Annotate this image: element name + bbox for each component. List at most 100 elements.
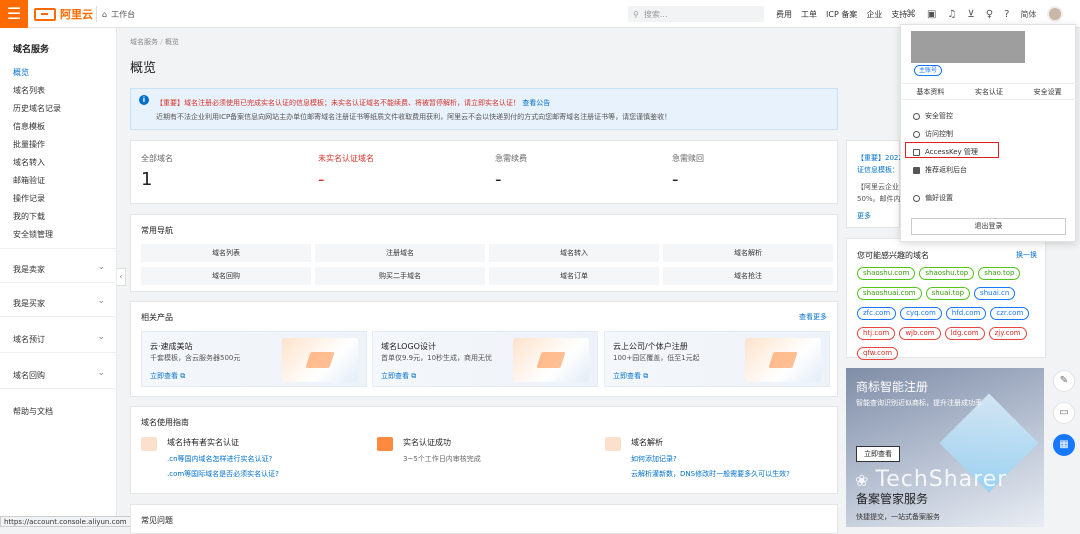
- logout-button[interactable]: 退出登录: [911, 218, 1066, 235]
- workbench-button[interactable]: ⌂ 工作台: [96, 6, 140, 22]
- top-nav-fee[interactable]: 费用: [776, 9, 792, 20]
- sidebar-group-seller[interactable]: 我是卖家 ⌄: [13, 262, 105, 275]
- console-icon[interactable]: ⌘: [906, 9, 916, 20]
- bulb-icon[interactable]: ♀: [986, 9, 993, 20]
- redacted-account-name: [911, 31, 1025, 63]
- sidebar-group-reserve[interactable]: 域名预订 ⌄: [13, 332, 105, 345]
- page-title: 概览: [130, 61, 157, 76]
- stat-value-all[interactable]: 1: [141, 169, 152, 190]
- tab-basic-info[interactable]: 基本资料: [901, 84, 960, 99]
- sidebar-group-buyback[interactable]: 域名回购 ⌄: [13, 368, 105, 381]
- notice-link[interactable]: 查看公告: [522, 99, 550, 107]
- domain-tag[interactable]: wjb.com: [899, 327, 941, 340]
- promo-banner[interactable]: 商标智能注册 智能查询识别近似商标，提升注册成功率 立即查看 备案管家服务 快捷…: [846, 368, 1044, 527]
- sidebar-item-overview[interactable]: 概览: [13, 67, 29, 78]
- nav-register[interactable]: 注册域名: [315, 244, 485, 262]
- brand-name: 阿里云: [60, 8, 93, 21]
- nav-buyback[interactable]: 域名回购: [141, 267, 311, 285]
- sidebar-item-batch[interactable]: 批量操作: [13, 139, 45, 150]
- domain-tag[interactable]: shao.top: [978, 267, 1021, 280]
- search-input[interactable]: ⚲ 搜索...: [628, 6, 764, 22]
- breadcrumb: 域名服务 / 概览: [130, 38, 179, 46]
- cart-icon[interactable]: ⊻: [967, 9, 974, 20]
- top-nav-ticket[interactable]: 工单: [801, 9, 817, 20]
- screen-icon[interactable]: ▣: [927, 9, 936, 20]
- domain-tag[interactable]: zfc.com: [857, 307, 897, 320]
- sidebar-item-email-verify[interactable]: 邮箱验证: [13, 175, 45, 186]
- sidebar-item-downloads[interactable]: 我的下载: [13, 211, 45, 222]
- sidebar-help-docs[interactable]: 帮助与文档: [13, 406, 105, 417]
- guide-link[interactable]: .cn等国内域名怎样进行实名认证?: [167, 454, 272, 464]
- nav-domain-list[interactable]: 域名列表: [141, 244, 311, 262]
- guide-title: 域名持有者实名认证: [167, 438, 239, 447]
- right-notice-line[interactable]: 【重要】2022: [857, 153, 903, 163]
- product-link[interactable]: 立即查看 ⧉: [613, 371, 648, 381]
- breadcrumb-domain-service[interactable]: 域名服务: [130, 38, 158, 46]
- menu-security-control[interactable]: 安全管控: [913, 111, 953, 121]
- guide-link[interactable]: 如何添加记录?: [631, 454, 677, 464]
- edit-icon[interactable]: ✎: [1053, 370, 1075, 392]
- right-notice-line[interactable]: 证信息模板：: [857, 165, 899, 175]
- sidebar-item-history[interactable]: 历史域名记录: [13, 103, 61, 114]
- logo-mark-icon: [34, 7, 56, 21]
- product-card-logo[interactable]: 域名LOGO设计 首单仅9.9元，10秒生成，商用无忧 立即查看 ⧉: [372, 331, 598, 387]
- aliyun-logo[interactable]: 阿里云: [34, 7, 93, 21]
- menu-icon[interactable]: ☰: [0, 0, 28, 28]
- domain-tag[interactable]: cyq.com: [900, 307, 942, 320]
- sidebar-collapse-button[interactable]: ‹: [117, 268, 126, 286]
- banner-title: 商标智能注册: [856, 380, 929, 394]
- sidebar-item-templates[interactable]: 信息模板: [13, 121, 45, 132]
- domain-tag[interactable]: ldg.com: [944, 327, 985, 340]
- nav-transfer-in[interactable]: 域名转入: [489, 244, 659, 262]
- nav-dns[interactable]: 域名解析: [663, 244, 833, 262]
- sidebar-item-security-lock[interactable]: 安全锁管理: [13, 229, 53, 240]
- product-link[interactable]: 立即查看 ⧉: [150, 371, 185, 381]
- menu-preferences[interactable]: 偏好设置: [913, 193, 953, 203]
- top-nav-support[interactable]: 支持: [891, 9, 907, 20]
- menu-access-control[interactable]: 访问控制: [913, 129, 953, 139]
- top-nav-enterprise[interactable]: 企业: [866, 9, 882, 20]
- nav-orders[interactable]: 域名订单: [489, 267, 659, 285]
- domain-tag[interactable]: shuai.cn: [974, 287, 1016, 300]
- domain-tag[interactable]: qfw.com: [857, 347, 899, 360]
- domain-tag[interactable]: zjy.com: [988, 327, 1027, 340]
- domain-tag[interactable]: shaoshu.top: [919, 267, 975, 280]
- help-icon[interactable]: ?: [1004, 9, 1009, 20]
- banner-view-button[interactable]: 立即查看: [856, 446, 900, 462]
- guide-link[interactable]: .com等国际域名是否必须实名认证?: [167, 469, 279, 479]
- avatar[interactable]: [1047, 6, 1064, 22]
- domain-tag[interactable]: shuai.top: [925, 287, 971, 300]
- right-notice-more[interactable]: 更多: [857, 211, 871, 221]
- product-card-company[interactable]: 云上公司/个体户注册 100+园区覆盖，低至1元起 立即查看 ⧉: [604, 331, 830, 387]
- tab-real-name[interactable]: 实名认证: [960, 84, 1019, 99]
- nav-snapup[interactable]: 域名抢注: [663, 267, 833, 285]
- common-nav-grid: 域名列表 注册域名 域名转入 域名解析 域名回购 购买二手域名 域名订单 域名抢…: [141, 244, 833, 285]
- guide-link[interactable]: 云解析灌新数，DNS修改时一般需要多久可以生效?: [631, 469, 790, 479]
- sidebar-item-operation-log[interactable]: 操作记录: [13, 193, 45, 204]
- apps-icon[interactable]: ▦: [1053, 434, 1075, 456]
- view-more-link[interactable]: 查看更多: [799, 312, 827, 322]
- product-desc: 千套模板，含云服务器500元: [150, 354, 241, 362]
- menu-referral[interactable]: 推荐返利后台: [913, 165, 967, 175]
- bell-icon[interactable]: ♫: [947, 9, 956, 20]
- chevron-down-icon: ⌄: [97, 296, 105, 306]
- top-nav-icp[interactable]: ICP 备案: [826, 9, 857, 20]
- tab-security[interactable]: 安全设置: [1018, 84, 1077, 99]
- stat-value-renew: -: [495, 169, 502, 190]
- domain-tag[interactable]: czr.com: [990, 307, 1030, 320]
- product-card-site[interactable]: 云·速成美站 千套模板，含云服务器500元 立即查看 ⧉: [141, 331, 367, 387]
- sidebar-item-domain-list[interactable]: 域名列表: [13, 85, 45, 96]
- sidebar-item-transfer-in[interactable]: 域名转入: [13, 157, 45, 168]
- domain-tag[interactable]: shaoshu.com: [857, 267, 916, 280]
- domain-tag[interactable]: shaoshuai.com: [857, 287, 922, 300]
- guide-title: 实名认证成功: [403, 438, 451, 447]
- language-selector[interactable]: 简体: [1020, 9, 1036, 20]
- stat-label-unverified: 未实名认证域名: [318, 154, 374, 163]
- sidebar-group-buyer[interactable]: 我是买家 ⌄: [13, 296, 105, 309]
- product-link[interactable]: 立即查看 ⧉: [381, 371, 416, 381]
- domain-tag[interactable]: hfd.com: [945, 307, 987, 320]
- nav-buy-secondhand[interactable]: 购买二手域名: [315, 267, 485, 285]
- refresh-link[interactable]: 换一换: [1016, 250, 1037, 260]
- feedback-icon[interactable]: ▭: [1053, 402, 1075, 424]
- domain-tag[interactable]: htj.com: [857, 327, 896, 340]
